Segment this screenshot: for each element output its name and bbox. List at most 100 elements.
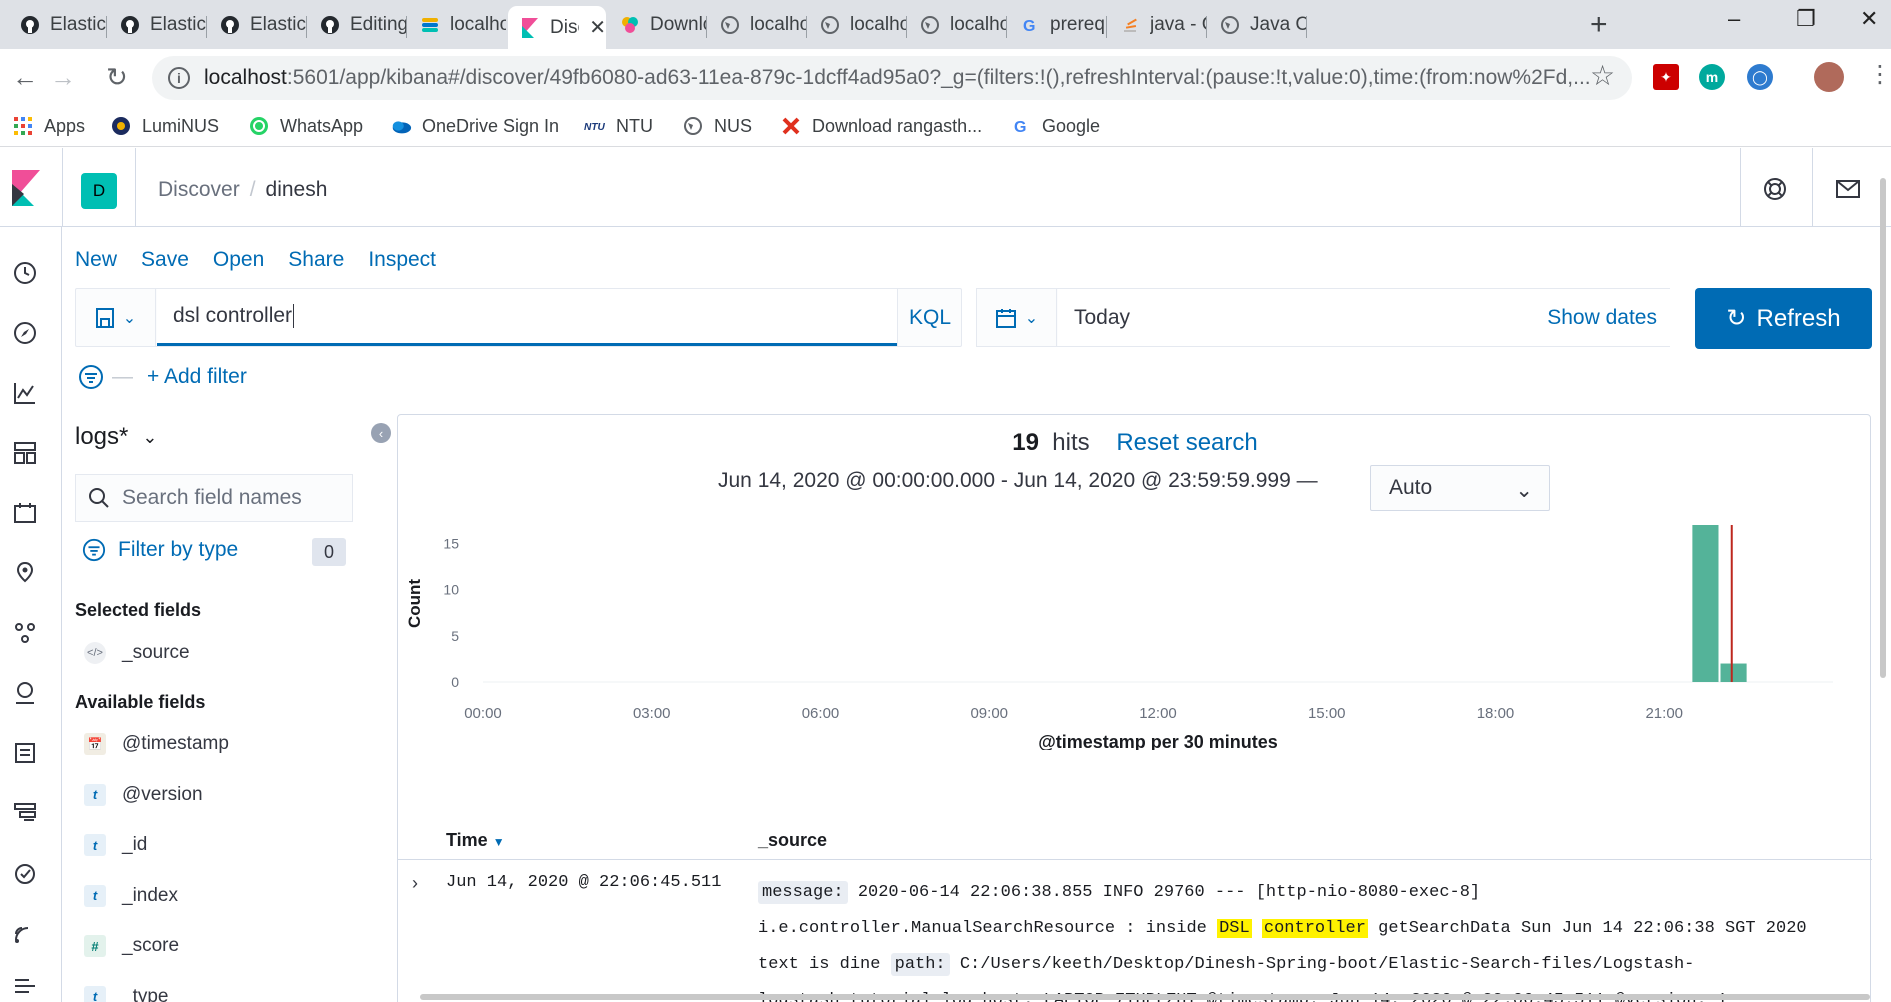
canvas-icon[interactable]: [12, 500, 38, 526]
new-tab-icon[interactable]: +: [1590, 8, 1608, 42]
browser-tab[interactable]: localho: [808, 6, 906, 44]
index-pattern-selector[interactable]: logs* ⌄: [75, 423, 157, 451]
save-disk-icon: [95, 307, 114, 328]
bookmark-item[interactable]: LumiNUS: [110, 115, 219, 137]
back-arrow-icon[interactable]: ←: [12, 62, 38, 93]
browser-tab[interactable]: Editing: [308, 6, 406, 44]
kibana-logo-icon[interactable]: [10, 170, 42, 206]
field-name: _type: [122, 985, 169, 1002]
browser-tab[interactable]: localho: [708, 6, 806, 44]
bookmark-star-icon[interactable]: ☆: [1590, 59, 1615, 92]
browser-tab[interactable]: ElasticS: [8, 6, 106, 44]
bookmark-item[interactable]: Apps: [12, 115, 85, 137]
quick-select-button[interactable]: ⌄: [977, 289, 1057, 346]
luminus-icon: [110, 115, 132, 137]
discover-compass-icon[interactable]: [12, 320, 38, 346]
top-nav-inspect[interactable]: Inspect: [368, 248, 436, 272]
field-item[interactable]: t _type: [84, 985, 169, 1002]
horizontal-scrollbar[interactable]: [420, 994, 1870, 1000]
browser-tab[interactable]: localho: [908, 6, 1006, 44]
bookmark-item[interactable]: WhatsApp: [248, 115, 363, 137]
field-item[interactable]: t @version: [84, 783, 203, 806]
infrastructure-icon[interactable]: [12, 680, 38, 706]
top-nav-share[interactable]: Share: [288, 248, 344, 272]
field-item[interactable]: t _id: [84, 834, 147, 856]
browser-tab[interactable]: ElasticS: [208, 6, 306, 44]
apm-icon[interactable]: [12, 800, 38, 826]
time-column-header[interactable]: Time ▼: [446, 830, 505, 851]
address-bar[interactable]: i localhost:5601/app/kibana#/discover/49…: [152, 56, 1632, 100]
field-item[interactable]: </> _source: [84, 642, 190, 664]
kql-toggle-button[interactable]: KQL: [897, 289, 962, 346]
dashboard-icon[interactable]: [12, 440, 38, 466]
browser-tab[interactable]: Disc ✕: [508, 6, 606, 49]
number-field-icon: #: [84, 935, 106, 957]
user-avatar[interactable]: [1814, 62, 1844, 92]
search-query-input[interactable]: dsl controller: [157, 289, 897, 346]
profile-extension-icon[interactable]: m: [1699, 64, 1725, 90]
bookmark-item[interactable]: NTU NTU: [584, 115, 653, 137]
date-picker: ⌄ Today Show dates: [976, 288, 1670, 347]
reload-icon[interactable]: ↻: [106, 62, 128, 93]
field-item[interactable]: # _score: [84, 935, 179, 957]
interval-select[interactable]: Auto ⌄: [1370, 465, 1550, 511]
info-icon[interactable]: i: [168, 67, 190, 89]
bookmark-item[interactable]: NUS: [682, 115, 752, 137]
expand-row-icon[interactable]: ›: [412, 873, 418, 894]
stack-monitoring-icon[interactable]: [12, 920, 38, 946]
bookmark-item[interactable]: OneDrive Sign In: [390, 115, 559, 137]
bookmark-item[interactable]: Download rangasth...: [780, 115, 982, 137]
logs-icon[interactable]: [12, 740, 38, 766]
close-window-icon[interactable]: ✕: [1860, 6, 1878, 32]
saved-query-button[interactable]: ⌄: [76, 289, 156, 346]
vertical-scrollbar[interactable]: [1880, 178, 1886, 678]
browser-tab[interactable]: Java Co: [1208, 6, 1306, 44]
uptime-icon[interactable]: [12, 860, 38, 886]
profile-ext-letter: m: [1705, 69, 1719, 85]
bookmark-item[interactable]: G Google: [1010, 115, 1100, 137]
browser-tab[interactable]: ElasticS: [108, 6, 206, 44]
filter-by-type-button[interactable]: Filter by type: [82, 538, 238, 562]
bookmark-label: WhatsApp: [280, 115, 364, 136]
add-filter-link[interactable]: + Add filter: [147, 365, 247, 389]
browser-tab[interactable]: localho: [408, 6, 506, 44]
browser-tab[interactable]: Gprerequ: [1008, 6, 1106, 44]
x-icon: [780, 115, 802, 137]
space-avatar[interactable]: D: [81, 173, 117, 209]
machine-learning-icon[interactable]: [12, 620, 38, 646]
minimize-window-icon[interactable]: –: [1728, 6, 1740, 32]
string-field-icon: t: [84, 783, 106, 806]
show-dates-link[interactable]: Show dates: [1547, 306, 1657, 330]
browser-tab[interactable]: Downlo: [608, 6, 706, 44]
visualize-icon[interactable]: [12, 380, 38, 406]
top-nav-open[interactable]: Open: [213, 248, 264, 272]
refresh-button[interactable]: ↻ Refresh: [1695, 288, 1872, 349]
browser-menu-icon[interactable]: ⋮: [1868, 60, 1891, 89]
field-item[interactable]: 📅 @timestamp: [84, 733, 229, 755]
maps-icon[interactable]: [12, 560, 38, 586]
breadcrumb-discover[interactable]: Discover: [158, 178, 240, 201]
url-host: localhost: [204, 66, 287, 89]
recently-viewed-clock-icon[interactable]: [12, 260, 38, 286]
top-nav-save[interactable]: Save: [141, 248, 189, 272]
interval-value: Auto: [1389, 476, 1433, 499]
collapse-nav-icon[interactable]: [12, 972, 38, 998]
newsfeed-mail-icon[interactable]: [1835, 176, 1861, 202]
filter-options-icon[interactable]: [78, 364, 104, 390]
string-field-icon: t: [84, 834, 106, 856]
reset-search-link[interactable]: Reset search: [1116, 429, 1257, 456]
collapse-sidebar-icon[interactable]: ‹: [371, 423, 391, 443]
close-tab-icon[interactable]: ✕: [589, 15, 606, 40]
restore-window-icon[interactable]: ❐: [1796, 6, 1816, 32]
source-line3-pre: text is dine: [758, 955, 881, 974]
field-search-input[interactable]: Search field names: [75, 474, 353, 522]
index-pattern-label: logs*: [75, 423, 129, 450]
vpn-extension-icon[interactable]: ◯: [1747, 64, 1773, 90]
forward-arrow-icon[interactable]: →: [50, 62, 76, 93]
elastic-flower-icon: [620, 15, 640, 35]
top-nav-new[interactable]: New: [75, 248, 117, 272]
help-lifebuoy-icon[interactable]: [1762, 176, 1788, 202]
browser-tab[interactable]: java - G: [1108, 6, 1206, 44]
pdf-extension-icon[interactable]: ✦: [1653, 64, 1679, 90]
field-item[interactable]: t _index: [84, 884, 178, 907]
